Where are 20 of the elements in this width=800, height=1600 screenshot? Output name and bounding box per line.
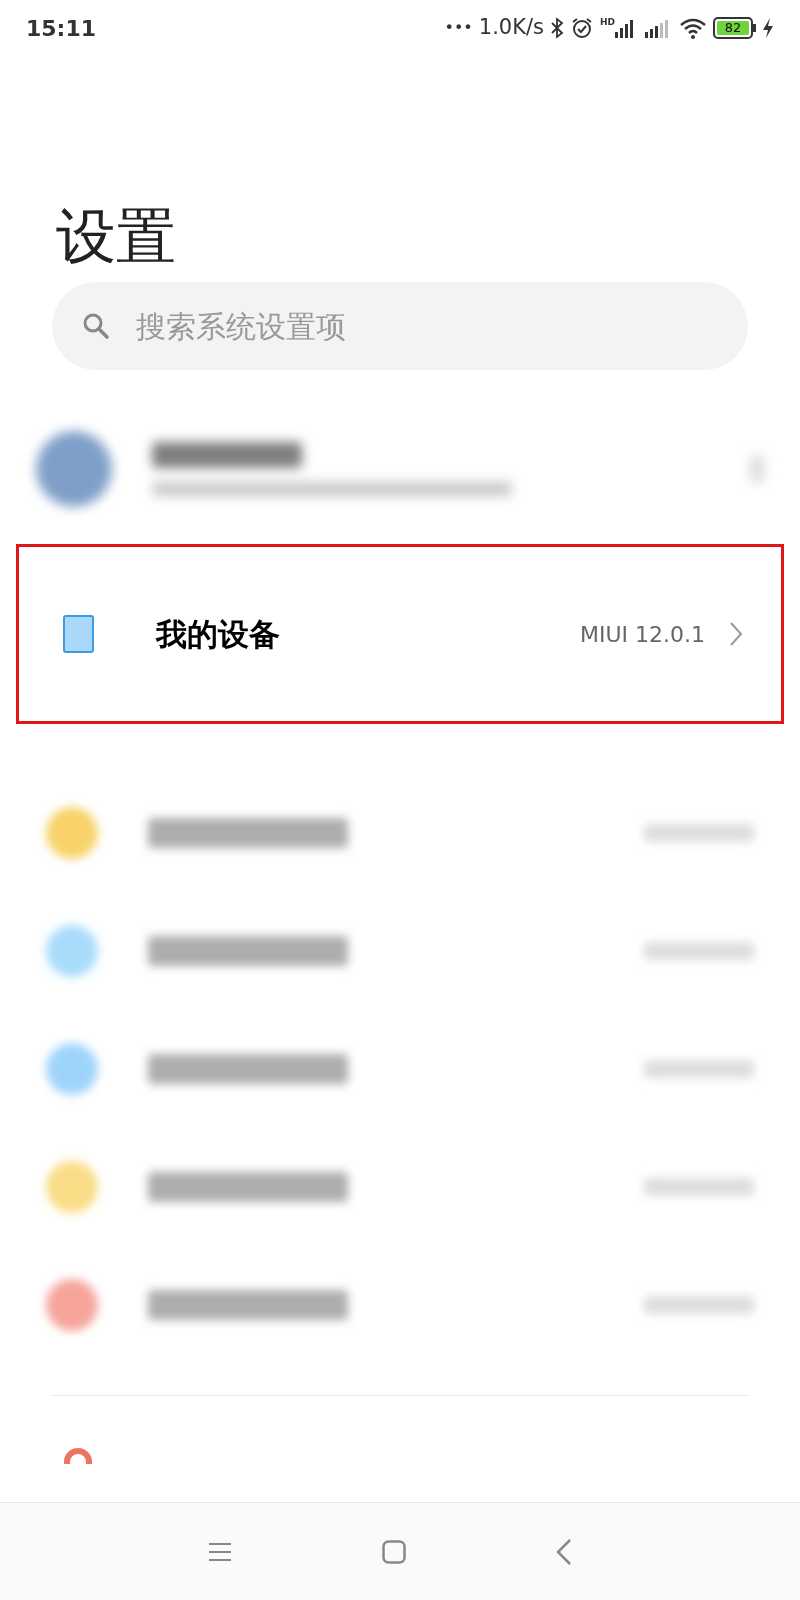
home-icon[interactable] (382, 1539, 406, 1564)
row-label: 我的设备 (156, 614, 280, 654)
network-speed: 1.0K/s (478, 14, 544, 42)
row-value: MIUI 12.0.1 (579, 620, 705, 649)
search-input[interactable]: 搜索系统设置项 (136, 303, 718, 349)
more-dots: ••• (444, 17, 473, 39)
chevron-icon (729, 621, 743, 647)
menu-icon[interactable] (208, 1541, 232, 1562)
page-title: 设置 (56, 200, 176, 273)
search-field[interactable]: 搜索系统设置项 (52, 282, 748, 370)
hd-label: HD (600, 18, 615, 27)
clock: 15:11 (26, 14, 97, 43)
bluetooth-icon (550, 17, 564, 39)
device-icon (63, 615, 94, 653)
wifi-icon (679, 17, 707, 39)
battery-level: 82 (717, 21, 749, 35)
search-icon (82, 312, 110, 340)
device-row[interactable]: 我的设备 MIUI 12.0.1 (16, 544, 784, 724)
alarm-icon (570, 16, 594, 40)
back-icon[interactable] (556, 1537, 572, 1566)
